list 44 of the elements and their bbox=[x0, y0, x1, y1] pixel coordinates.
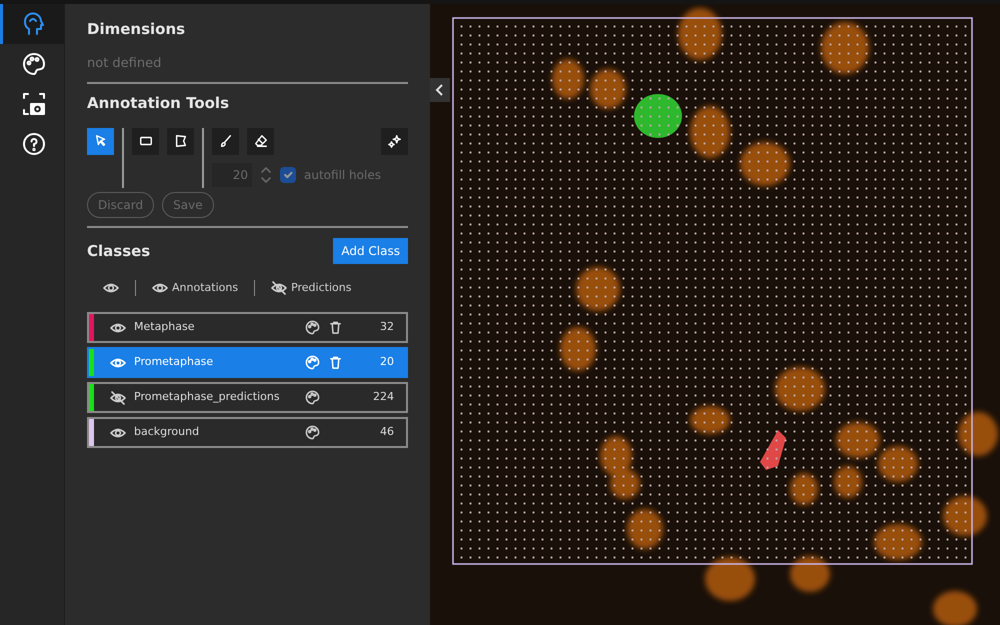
pointer-icon bbox=[94, 134, 108, 148]
class-row[interactable]: Prometaphase 20 bbox=[87, 347, 408, 378]
add-class-button[interactable]: Add Class bbox=[333, 238, 408, 264]
tool-button[interactable] bbox=[247, 128, 274, 154]
rectangle-icon bbox=[138, 134, 152, 148]
tool-button[interactable] bbox=[132, 128, 159, 154]
class-name: Metaphase bbox=[134, 319, 196, 336]
autofill-label: autofill holes bbox=[304, 166, 381, 184]
head-icon bbox=[22, 12, 46, 36]
eye-slash-icon[interactable] bbox=[110, 390, 126, 406]
visibility-toggle[interactable]: Predictions bbox=[271, 280, 352, 296]
brush-icon bbox=[218, 134, 232, 148]
palette-icon bbox=[305, 320, 320, 335]
visibility-toggle[interactable]: Annotations bbox=[152, 280, 238, 296]
sparkle-icon bbox=[388, 134, 402, 148]
tool-button[interactable] bbox=[167, 128, 194, 154]
collapse-panel-button[interactable] bbox=[430, 78, 450, 102]
palette-icon bbox=[305, 390, 320, 405]
class-count: 224 bbox=[372, 389, 394, 406]
class-name: Prometaphase_predictions bbox=[134, 389, 281, 406]
class-count: 46 bbox=[379, 424, 394, 440]
eye-slash-icon bbox=[271, 280, 288, 296]
tool-button[interactable] bbox=[381, 128, 408, 154]
dimensions-value: not defined bbox=[87, 55, 162, 73]
polygon-icon bbox=[174, 134, 188, 148]
class-row[interactable]: Prometaphase_predictions 224 bbox=[87, 382, 408, 413]
eraser-icon bbox=[254, 134, 268, 148]
class-row[interactable]: Metaphase 32 bbox=[87, 312, 408, 343]
section-title: Annotation Tools bbox=[87, 94, 230, 112]
class-name: Prometaphase bbox=[134, 354, 214, 370]
section-title: Classes bbox=[87, 242, 150, 260]
class-row[interactable]: background 46 bbox=[87, 417, 408, 448]
chevron-left-icon bbox=[435, 83, 445, 97]
tool-button[interactable] bbox=[212, 128, 239, 154]
class-name: background bbox=[134, 424, 200, 440]
help-icon bbox=[22, 132, 46, 156]
camera-capture-icon bbox=[22, 92, 46, 116]
palette-icon bbox=[305, 425, 320, 440]
class-count: 20 bbox=[379, 354, 394, 370]
section-title: Dimensions bbox=[87, 20, 186, 38]
spinner-arrows-icon bbox=[260, 165, 272, 186]
palette-icon bbox=[305, 355, 320, 370]
palette-icon bbox=[22, 52, 46, 76]
class-count: 32 bbox=[379, 319, 394, 336]
